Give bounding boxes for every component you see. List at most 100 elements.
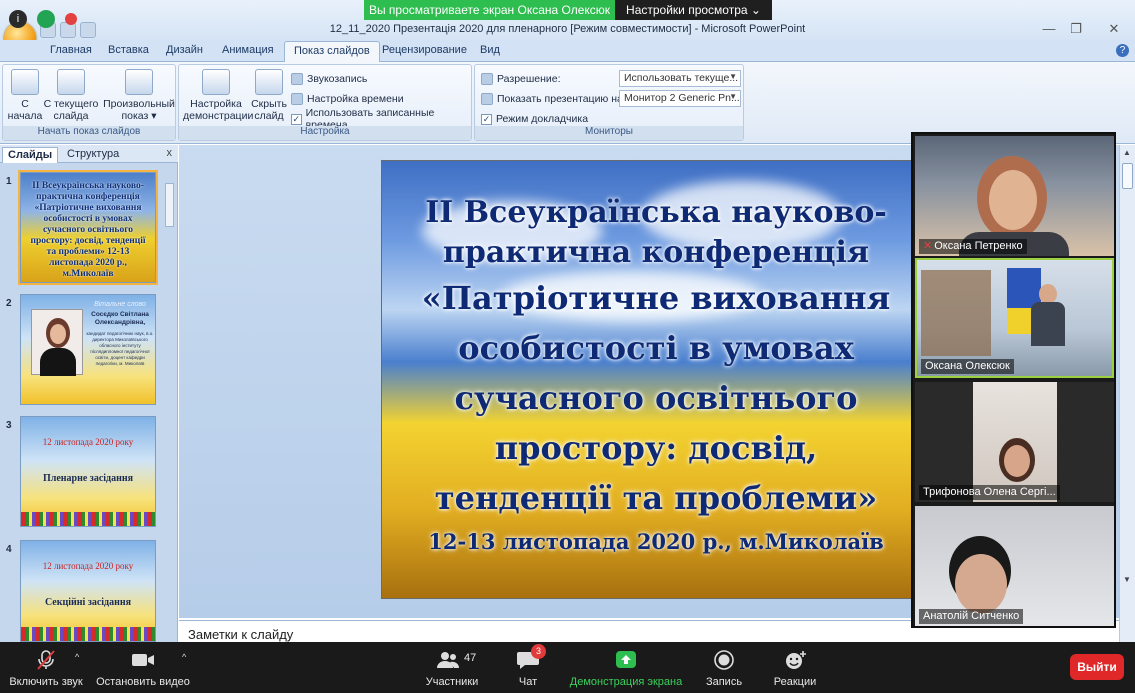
tab-design[interactable]: Дизайн (166, 44, 203, 56)
smiley-plus-icon (783, 650, 807, 670)
thumbnail-bio: кандидат педагогічних наук, в.о. директо… (86, 331, 154, 366)
hide-slide-button[interactable]: Скрыть слайд (251, 69, 287, 122)
tab-slides[interactable]: Слайды (2, 147, 59, 163)
notes-placeholder: Заметки к слайду (188, 627, 294, 642)
stop-video-button[interactable]: Остановить видео (96, 650, 190, 688)
thumbnail-date: 12 листопада 2020 року (42, 561, 134, 571)
participants-count: 47 (464, 652, 477, 664)
mic-muted-icon (34, 650, 58, 670)
close-icon[interactable]: x (167, 147, 173, 159)
slide-title-block: ІІ Всеукраїнська науково- практична конф… (382, 193, 928, 557)
slide-thumbnail-3[interactable]: 12 листопада 2020 року Пленарне засіданн… (20, 416, 156, 527)
window-title: 12_11_2020 Презентація 2020 для пленарно… (329, 23, 806, 35)
group-label: Начать показ слайдов (3, 126, 175, 140)
slides-pane: Слайды Структура x 1 ІІ Всеукраїнська на… (0, 145, 178, 642)
dropdown-arrow-icon: ▼ (729, 92, 737, 101)
tab-review[interactable]: Рецензирование (382, 44, 467, 56)
video-gallery: ✕ Оксана Петренко Оксана Олексюк Трифонов… (911, 132, 1116, 628)
ribbon-tabs: Главная Вставка Дизайн Анимация Показ сл… (0, 40, 1135, 62)
reactions-button[interactable]: Реакции (768, 650, 822, 688)
scrollbar-thumb[interactable] (1122, 163, 1133, 189)
slide-thumbnail-4[interactable]: 12 листопада 2020 року Секційні засіданн… (20, 540, 156, 642)
from-current-button[interactable]: С текущего слайда (43, 69, 99, 122)
unmute-button[interactable]: Включить звук (8, 650, 84, 688)
chat-badge: 3 (531, 644, 546, 659)
timer-icon (291, 93, 303, 105)
meeting-toolbar: Включить звук ^ Остановить видео ^ Участ… (0, 642, 1135, 693)
tab-slideshow[interactable]: Показ слайдов (284, 41, 380, 62)
from-start-button[interactable]: С начала (7, 69, 43, 122)
scroll-up-icon[interactable]: ▲ (1123, 148, 1131, 157)
pane-scrollbar[interactable] (165, 183, 174, 227)
minimize-button[interactable]: — (1037, 20, 1061, 38)
chevron-up-icon[interactable]: ^ (75, 652, 79, 662)
video-tile[interactable]: Анатолій Ситченко (915, 506, 1114, 626)
slide-subtitle-line: особистості в умовах (458, 329, 854, 367)
slide-subtitle-line: тенденції та проблеми» (434, 479, 878, 517)
scroll-down-icon[interactable]: ▼ (1123, 575, 1131, 584)
thumbnail-heading: Секційні засідання (44, 597, 132, 608)
show-on-label: Показать презентацию на: (481, 91, 626, 107)
slide-subtitle-line: простору: досвід, (494, 429, 818, 467)
view-options-button[interactable]: Настройки просмотра ⌄ (615, 0, 772, 20)
video-tile-active-speaker[interactable]: Оксана Олексюк (915, 258, 1114, 378)
tab-insert[interactable]: Вставка (108, 44, 149, 56)
resolution-label: Разрешение: (481, 71, 561, 87)
shield-icon[interactable] (37, 10, 55, 28)
thumbnail-date: 12 листопада 2020 року (42, 437, 134, 447)
chevron-up-icon[interactable]: ^ (182, 652, 186, 662)
slideshow-start-icon (11, 69, 39, 95)
group-start-show: С начала С текущего слайда Произвольный … (2, 64, 176, 141)
record-narration-button[interactable]: Звукозапись (291, 71, 367, 87)
slide-thumbnail-1[interactable]: ІІ Всеукраїнська науково-практична конфе… (18, 170, 158, 285)
tab-animation[interactable]: Анимация (222, 44, 274, 56)
custom-show-icon (125, 69, 153, 95)
participant-name: Оксана Олексюк (921, 359, 1014, 374)
hide-slide-icon (255, 69, 283, 95)
recording-dot-icon (65, 13, 77, 25)
slide-thumbnail-2[interactable]: Вітальне слово Сосєдко Світлана Олександ… (20, 294, 156, 405)
setup-show-icon (202, 69, 230, 95)
restore-button[interactable]: ❐ (1064, 20, 1088, 38)
custom-show-button[interactable]: Произвольный показ ▾ (103, 69, 175, 122)
tab-view[interactable]: Вид (480, 44, 500, 56)
current-slide[interactable]: ІІ Всеукраїнська науково- практична конф… (381, 160, 929, 599)
resolution-select[interactable]: Использовать текуще... ▼ (619, 70, 741, 87)
slide-number: 3 (6, 420, 12, 431)
close-button[interactable]: ✕ (1102, 20, 1126, 38)
share-screen-button[interactable]: Демонстрация экрана (566, 650, 686, 688)
help-icon[interactable]: ? (1116, 44, 1129, 57)
show-on-select[interactable]: Монитор 2 Generic Pn... ▼ (619, 90, 741, 107)
checkmark-icon: ✓ (291, 113, 302, 125)
use-timings-checkbox[interactable]: ✓ Использовать записанные времена (291, 107, 471, 131)
record-icon (712, 650, 736, 670)
presenter-view-checkbox[interactable]: ✓ Режим докладчика (481, 111, 588, 127)
video-camera-icon (131, 650, 155, 670)
record-button[interactable]: Запись (700, 650, 748, 688)
participant-face (1004, 445, 1030, 477)
sound-icon (291, 73, 303, 85)
rehearse-timings-button[interactable]: Настройка времени (291, 91, 404, 107)
participant-face (1039, 284, 1057, 304)
info-icon[interactable]: i (9, 10, 27, 28)
group-label: Мониторы (475, 126, 743, 140)
flowers-decoration (21, 512, 155, 526)
video-tile[interactable]: ✕ Оксана Петренко (915, 136, 1114, 256)
slide-subtitle-line: «Патріотичне виховання (421, 279, 891, 317)
slide-title-line: ІІ Всеукраїнська науково- (425, 195, 887, 230)
leave-button[interactable]: Выйти (1070, 654, 1124, 680)
participant-name: Трифонова Олена Сергі... (919, 485, 1060, 500)
thumbnail-name: Сосєдко Світлана Олександрівна, (91, 311, 149, 326)
slide-number: 4 (6, 544, 12, 555)
tab-home[interactable]: Главная (50, 44, 92, 56)
monitor-icon (481, 93, 493, 105)
flowers-decoration (21, 627, 155, 641)
tab-outline[interactable]: Структура (62, 147, 124, 163)
dropdown-arrow-icon: ▼ (729, 72, 737, 81)
setup-show-button[interactable]: Настройка демонстрации (183, 69, 253, 122)
main-scrollbar[interactable]: ▲ ▼ (1119, 145, 1135, 642)
video-tile[interactable]: Трифонова Олена Сергі... (915, 382, 1114, 502)
group-label: Настройка (179, 126, 471, 140)
share-banner: Вы просматриваете экран Оксана Олексюк (364, 0, 615, 20)
slide-date: 12-13 листопада 2020 р., м.Миколаїв (428, 529, 884, 554)
